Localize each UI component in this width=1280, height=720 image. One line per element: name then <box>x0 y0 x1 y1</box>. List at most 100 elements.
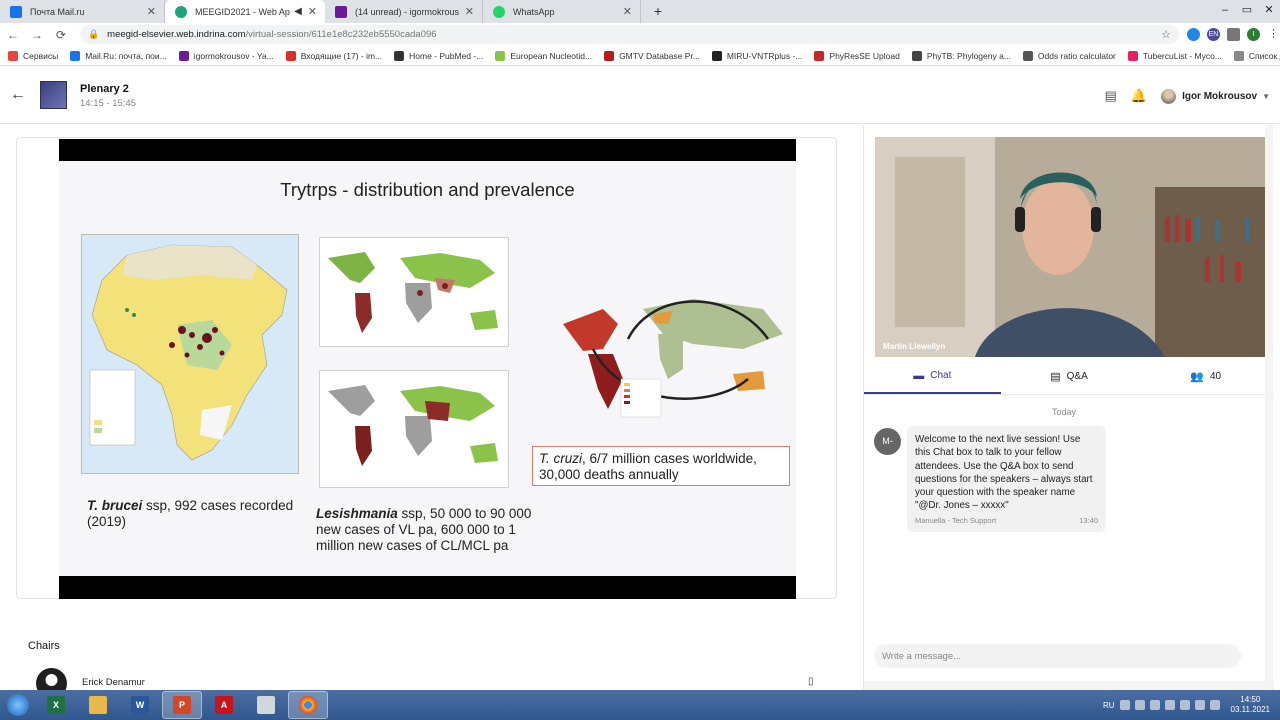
new-tab-button[interactable]: + <box>647 2 669 20</box>
user-name: Igor Mokrousov <box>1182 90 1258 102</box>
taskbar-explorer[interactable] <box>78 691 118 719</box>
language-indicator[interactable]: RU <box>1103 701 1115 710</box>
extension-icon[interactable] <box>1187 28 1201 41</box>
taskbar-excel[interactable]: X <box>36 691 76 719</box>
session-title: Plenary 2 <box>80 83 129 95</box>
side-scrollbar[interactable] <box>1265 125 1273 690</box>
close-tab-icon[interactable]: ✕ <box>623 5 632 18</box>
reload-icon[interactable]: ⟳ <box>50 28 72 42</box>
volume-icon[interactable] <box>1209 700 1220 710</box>
bookmark-item[interactable]: Odds ratio calculator <box>1022 50 1116 61</box>
bell-icon[interactable]: 🔔 <box>1131 88 1147 104</box>
slide-title: Trytrps - distribution and prevalence <box>280 179 575 200</box>
translate-extension-icon[interactable]: EN <box>1207 28 1221 41</box>
message-time: 13:40 <box>1079 516 1098 525</box>
network-icon[interactable] <box>1194 700 1205 710</box>
close-window-icon[interactable]: ✕ <box>1258 0 1280 22</box>
bookmark-label: Mail.Ru: почта, пои... <box>85 50 167 61</box>
browser-tab-meegid[interactable]: MEEGID2021 - Web App ◀ ✕ <box>165 0 325 23</box>
browser-tabstrip: Почта Mail.ru ✕ MEEGID2021 - Web App ◀ ✕… <box>0 0 1280 23</box>
bookmarks-bar: Сервисы Mail.Ru: почта, пои... igormokrous… <box>0 46 1280 66</box>
maximize-icon[interactable]: ▭ <box>1236 0 1258 22</box>
taskbar-acrobat[interactable]: A <box>204 691 244 719</box>
bookmark-item[interactable]: MIRU-VNTRplus -... <box>711 50 803 61</box>
close-tab-icon[interactable]: ✕ <box>308 5 317 18</box>
minimize-icon[interactable]: – <box>1214 0 1236 22</box>
bookmark-favicon-icon <box>285 50 296 61</box>
profile-icon[interactable]: I <box>1247 28 1261 41</box>
qa-icon: ▤ <box>1050 371 1061 383</box>
bookmark-favicon-icon <box>911 50 922 61</box>
tab-people[interactable]: 👥 40 <box>1137 359 1274 394</box>
bookmark-item[interactable]: igormokrousov - Ya... <box>178 50 274 61</box>
cutaneous-leishmaniasis-map-image <box>319 370 509 488</box>
forward-arrow-icon[interactable]: → <box>26 28 48 42</box>
tray-icon[interactable] <box>1149 700 1160 710</box>
bookmark-label: PhyResSE Upload <box>829 50 900 61</box>
tab-qa[interactable]: ▤ Q&A <box>1001 359 1138 394</box>
bookmark-item[interactable]: European Nucleotid... <box>495 50 592 61</box>
bookmark-favicon-icon <box>394 50 405 61</box>
back-arrow-icon[interactable]: ← <box>2 28 24 42</box>
browser-tab-mail[interactable]: Почта Mail.ru ✕ <box>0 0 165 23</box>
clock[interactable]: 14:50 03.11.2021 <box>1231 695 1270 715</box>
bookmark-item[interactable]: PhyTB: Phylogeny a... <box>911 50 1011 61</box>
system-tray: RU 14:50 03.11.2021 <box>1103 695 1280 715</box>
url-host: meegid-elsevier.web.indrina.com <box>107 29 246 40</box>
tab-label: 40 <box>1209 371 1222 382</box>
puzzle-icon[interactable] <box>1227 28 1241 41</box>
taskbar-powerpoint[interactable]: P <box>162 691 202 719</box>
start-button[interactable] <box>0 690 36 720</box>
message-text: Welcome to the next live session! Use th… <box>915 434 1093 512</box>
user-menu[interactable]: Igor Mokrousov ▼ <box>1161 88 1270 104</box>
messages-icon[interactable]: ▤ <box>1105 88 1117 104</box>
bookmark-label: GMTV Database Pr... <box>619 50 700 61</box>
bookmark-label: PhyTB: Phylogeny a... <box>926 50 1011 61</box>
tab-chat[interactable]: ▬ Chat <box>864 359 1001 394</box>
back-arrow-icon[interactable]: ← <box>10 86 26 104</box>
presentation-video[interactable]: Trytrps - distribution and prevalence T.… <box>59 139 796 599</box>
speaker-video[interactable]: Martin Llewellyn <box>875 137 1265 357</box>
mail-favicon-icon <box>10 5 22 18</box>
bookmark-label: Odds ratio calculator <box>1037 50 1116 61</box>
taskbar-notepad[interactable] <box>246 691 286 719</box>
chair-name[interactable]: Erick Denamur <box>82 677 145 688</box>
browser-tab-yandex-mail[interactable]: (14 unread) - igormokrousov@ya... ✕ <box>325 0 483 23</box>
video-card[interactable]: Trytrps - distribution and prevalence T.… <box>16 137 837 599</box>
tray-icon[interactable] <box>1179 700 1190 710</box>
taskbar-word[interactable]: W <box>120 691 160 719</box>
speaker-icon[interactable]: ◀ <box>294 6 302 17</box>
cruzi-caption-box: T. cruzi, 6/7 million cases worldwide, 3… <box>532 446 790 486</box>
tray-icon[interactable] <box>1134 700 1145 710</box>
close-tab-icon[interactable]: ✕ <box>147 5 156 18</box>
powerpoint-icon: P <box>173 696 191 714</box>
brucei-caption: T. brucei ssp, 992 cases recorded (2019) <box>87 498 317 530</box>
bookmark-icon[interactable]: ▯ <box>808 676 814 687</box>
horizontal-scrollbar[interactable] <box>864 681 1274 690</box>
tray-icon[interactable] <box>1119 700 1130 710</box>
bookmark-item[interactable]: Входящие (17) - im... <box>285 50 382 61</box>
close-tab-icon[interactable]: ✕ <box>465 5 474 18</box>
bookmark-item[interactable]: Mail.Ru: почта, пои... <box>70 50 167 61</box>
bookmark-item[interactable]: GMTV Database Pr... <box>604 50 700 61</box>
taskbar-chrome[interactable] <box>288 691 328 719</box>
reading-list[interactable]: Список для чтения <box>1233 50 1280 61</box>
chrome-icon <box>299 696 317 714</box>
url-path: /virtual-session/611e1e8c232eb5550cada09… <box>245 29 437 40</box>
bookmark-item[interactable]: Сервисы <box>8 50 58 61</box>
bookmark-item[interactable]: TubercuList - Myco... <box>1127 50 1222 61</box>
menu-dots-icon[interactable]: ⋮ <box>1267 28 1280 41</box>
slide: Trytrps - distribution and prevalence T.… <box>59 161 796 576</box>
bookmark-label: MIRU-VNTRplus -... <box>726 50 803 61</box>
bookmark-item[interactable]: PhyResSE Upload <box>814 50 900 61</box>
browser-tab-whatsapp[interactable]: WhatsApp ✕ <box>483 0 641 23</box>
excel-icon: X <box>47 696 65 714</box>
lock-icon[interactable]: 🔒 <box>88 29 99 40</box>
bookmark-item[interactable]: Home - PubMed -... <box>394 50 483 61</box>
chat-message-input[interactable] <box>874 644 1241 668</box>
address-bar[interactable]: 🔒 meegid-elsevier.web.indrina.com/virtua… <box>79 25 1180 44</box>
leishmania-caption: Lesishmania ssp, 50 000 to 90 000 new ca… <box>316 506 551 554</box>
africa-map-image <box>81 234 299 474</box>
bookmark-star-icon[interactable]: ☆ <box>1161 28 1171 41</box>
tray-icon[interactable] <box>1164 700 1175 710</box>
